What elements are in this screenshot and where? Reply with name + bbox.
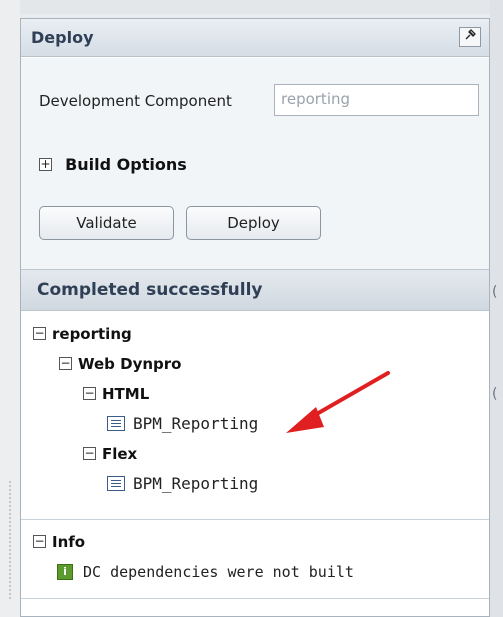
development-component-label: Development Component bbox=[39, 92, 232, 110]
collapse-minus-icon[interactable]: − bbox=[83, 447, 96, 460]
info-message: DC dependencies were not built bbox=[83, 562, 354, 581]
collapse-minus-icon[interactable]: − bbox=[33, 535, 46, 548]
status-bar: Completed successfully bbox=[21, 269, 489, 311]
tree-node-label: HTML bbox=[102, 384, 150, 403]
tree-node-reporting[interactable]: − reporting bbox=[33, 324, 132, 343]
right-edge-glyph: ( bbox=[492, 284, 498, 300]
info-icon: i bbox=[57, 563, 73, 580]
tree-node-label: reporting bbox=[52, 324, 132, 343]
tree-leaf-flex-bpm-reporting[interactable]: BPM_Reporting bbox=[107, 474, 258, 493]
validate-button[interactable]: Validate bbox=[39, 206, 174, 240]
collapse-minus-icon[interactable]: − bbox=[59, 357, 72, 370]
deploy-panel: Deploy Development Component reporting +… bbox=[20, 18, 490, 617]
build-options-row[interactable]: + Build Options bbox=[39, 154, 187, 174]
tree-node-label: Flex bbox=[102, 444, 138, 463]
build-options-label: Build Options bbox=[65, 155, 187, 174]
tree-node-label: Web Dynpro bbox=[78, 354, 182, 373]
tree-node-html[interactable]: − HTML bbox=[83, 384, 149, 403]
tree-node-web-dynpro[interactable]: − Web Dynpro bbox=[59, 354, 182, 373]
result-tree: − reporting − Web Dynpro − HTML BPM_Reporti… bbox=[21, 312, 489, 520]
panel-header: Deploy bbox=[21, 19, 489, 57]
pin-icon-glyph bbox=[465, 29, 476, 40]
collapse-minus-icon[interactable]: − bbox=[33, 327, 46, 340]
info-message-row: i DC dependencies were not built bbox=[57, 562, 354, 581]
pin-icon[interactable] bbox=[459, 27, 481, 47]
collapse-minus-icon[interactable]: − bbox=[83, 387, 96, 400]
splitter-grip[interactable] bbox=[7, 480, 13, 600]
right-edge-glyph: ( bbox=[492, 386, 498, 402]
tree-node-info[interactable]: − Info bbox=[33, 532, 85, 551]
tree-leaf-label: BPM_Reporting bbox=[133, 474, 259, 493]
development-component-field[interactable]: reporting bbox=[274, 84, 479, 116]
tree-leaf-label: BPM_Reporting bbox=[133, 414, 259, 433]
tree-node-flex[interactable]: − Flex bbox=[83, 444, 137, 463]
panel-title: Deploy bbox=[31, 28, 94, 47]
right-border bbox=[490, 0, 503, 617]
deploy-button[interactable]: Deploy bbox=[186, 206, 321, 240]
red-arrow-annotation bbox=[286, 371, 390, 433]
top-border bbox=[0, 0, 503, 14]
info-heading: Info bbox=[52, 532, 86, 551]
status-text: Completed successfully bbox=[37, 280, 263, 300]
deploy-form: Development Component reporting + Build … bbox=[21, 58, 489, 269]
expand-plus-icon[interactable]: + bbox=[39, 158, 52, 171]
list-document-icon bbox=[107, 476, 125, 491]
tree-leaf-html-bpm-reporting[interactable]: BPM_Reporting bbox=[107, 414, 258, 433]
divider bbox=[21, 598, 489, 599]
list-document-icon bbox=[107, 416, 125, 431]
info-section: − Info i DC dependencies were not built bbox=[21, 520, 489, 598]
